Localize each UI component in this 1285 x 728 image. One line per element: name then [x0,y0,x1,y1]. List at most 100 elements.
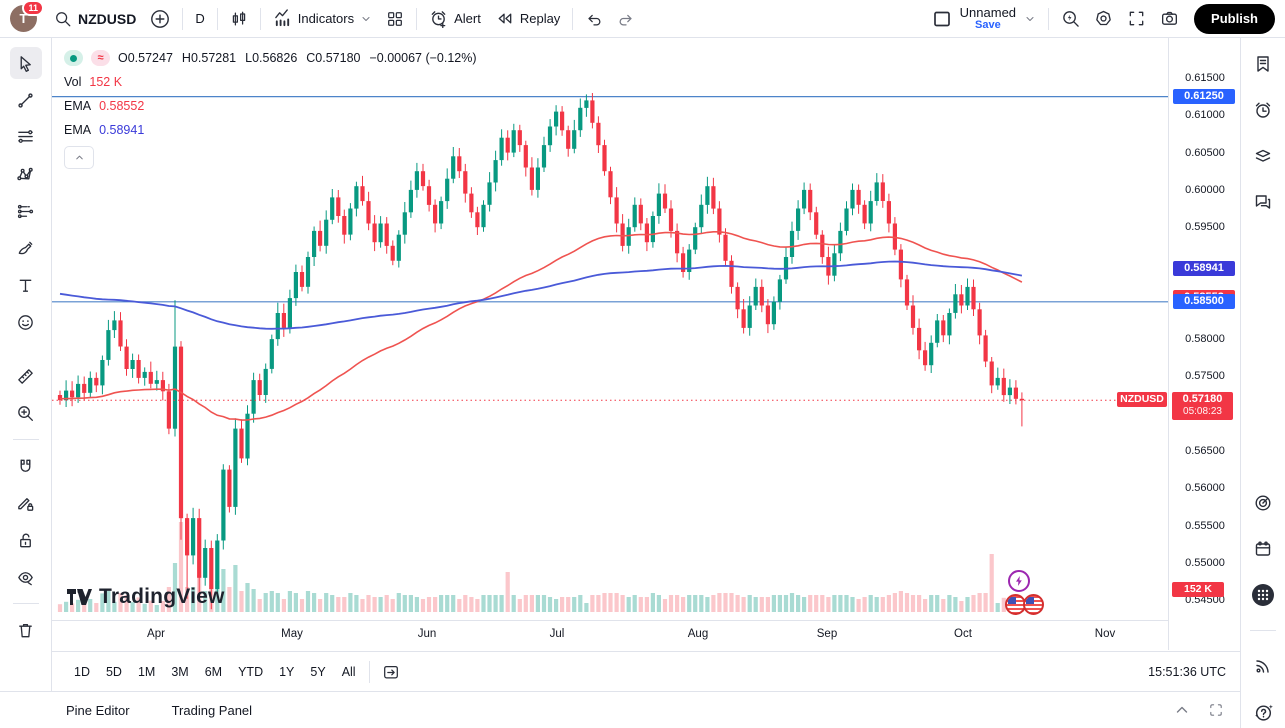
session-clock[interactable]: 15:51:36 UTC [1148,665,1226,679]
snapshot-button[interactable] [1153,5,1186,32]
time-axis-month-label: Nov [1095,628,1115,640]
layout-button[interactable]: Unnamed Save [925,2,1043,36]
remove-drawings-tool[interactable] [10,614,42,646]
forecast-tool[interactable] [10,195,42,227]
tab-pine-editor[interactable]: Pine Editor [66,703,130,718]
camera-icon [1160,9,1179,28]
watchlist-panel-button[interactable] [1247,48,1279,80]
zoom-in-icon [16,404,35,423]
chat-panel-button[interactable] [1247,186,1279,218]
lightning-event-icon[interactable] [1008,570,1030,592]
chart-style-button[interactable] [223,6,255,32]
measure-tool[interactable] [10,360,42,392]
grid-layout-icon [386,10,404,28]
hide-drawings-tool[interactable] [10,561,42,593]
user-avatar[interactable]: T 11 [10,5,37,32]
compare-add-button[interactable] [143,5,177,33]
goto-date-button[interactable] [375,659,407,685]
price-axis[interactable]: 0.615000.610000.605000.600000.595000.580… [1168,38,1241,650]
price-axis-label: 0.58000 [1169,332,1241,346]
watermark-text: TradingView [99,585,225,609]
replay-icon [495,9,514,28]
topbar-right: Unnamed Save Publish [925,2,1275,36]
tab-trading-panel[interactable]: Trading Panel [172,703,252,718]
divider [369,661,370,683]
open-value: O0.57247 [118,51,173,65]
layout-square-icon [932,9,952,29]
range-5y[interactable]: 5Y [302,661,333,683]
range-all[interactable]: All [334,661,364,683]
price-axis-label: 0.55000 [1169,556,1241,570]
trash-icon [16,621,35,640]
price-axis-label: 0.55500 [1169,519,1241,533]
range-1m[interactable]: 1M [130,661,163,683]
undo-button[interactable] [578,6,610,32]
templates-button[interactable] [379,6,411,32]
interval-label: D [195,11,204,26]
legend-collapse-button[interactable] [64,146,94,169]
screener-button[interactable] [1247,487,1279,519]
replay-button[interactable]: Replay [488,5,567,32]
help-button[interactable] [1247,696,1279,728]
divider [217,8,218,30]
range-6m[interactable]: 6M [197,661,230,683]
publish-button[interactable]: Publish [1194,4,1275,34]
time-axis-month-label: Apr [147,628,165,640]
fib-tool[interactable] [10,121,42,153]
emoji-tool[interactable] [10,306,42,338]
drawing-mode-tool[interactable] [10,487,42,519]
divider [260,8,261,30]
range-5d[interactable]: 5D [98,661,130,683]
apps-menu-button[interactable] [1247,579,1279,611]
change-value: −0.00067 (−0.12%) [370,51,477,65]
cursor-icon [16,54,35,73]
pattern-tool[interactable] [10,158,42,190]
zoom-in-tool[interactable] [10,397,42,429]
expand-icon[interactable] [1208,702,1224,718]
price-axis-label: 0.61000 [1169,108,1241,122]
brush-tool[interactable] [10,232,42,264]
indicators-button[interactable]: Indicators [266,5,379,32]
symbol-search-button[interactable]: NZDUSD [47,6,143,32]
range-1y[interactable]: 1Y [271,661,302,683]
time-axis[interactable]: AprMayJunJulAugSepOctNov [52,620,1168,652]
cursor-tool[interactable] [10,47,42,79]
range-1d[interactable]: 1D [66,661,98,683]
last-price-value: 0.57180 [1172,392,1233,406]
ruler-icon [16,367,35,386]
close-value: C0.57180 [306,51,360,65]
interval-button[interactable]: D [188,7,211,30]
volume-legend-row: Vol 152 K [64,70,477,94]
fullscreen-button[interactable] [1120,5,1153,32]
alerts-panel-button[interactable] [1247,94,1279,126]
time-axis-month-label: Jun [418,628,437,640]
calendar-button[interactable] [1247,533,1279,565]
chevron-up-icon[interactable] [1174,702,1190,718]
magnet-tool[interactable] [10,450,42,482]
market-status-icon[interactable] [64,50,83,66]
price-axis-badge: 0.58941 [1173,261,1235,276]
lock-drawings-tool[interactable] [10,524,42,556]
price-axis-label: 0.56500 [1169,444,1241,458]
news-feed-button[interactable] [1247,650,1279,682]
save-label[interactable]: Save [975,19,1001,32]
panel-controls [1174,702,1224,718]
alert-button[interactable]: Alert [422,5,488,32]
range-3m[interactable]: 3M [163,661,196,683]
delayed-data-icon[interactable]: ≈ [91,50,110,66]
object-tree-button[interactable] [1247,140,1279,172]
quick-search-button[interactable] [1054,5,1087,32]
settings-button[interactable] [1087,5,1120,32]
symbol-price-tag: NZDUSD [1117,392,1167,407]
quick-search-icon [1061,9,1080,28]
time-axis-month-label: Jul [550,628,565,640]
text-tool[interactable] [10,269,42,301]
pattern-icon [16,165,35,184]
range-ytd[interactable]: YTD [230,661,271,683]
flag-event-icon[interactable] [1023,594,1044,615]
trendline-tool[interactable] [10,84,42,116]
calendar-go-icon [382,663,400,681]
high-value: H0.57281 [182,51,236,65]
redo-button[interactable] [610,6,642,32]
feed-icon [1253,656,1273,676]
